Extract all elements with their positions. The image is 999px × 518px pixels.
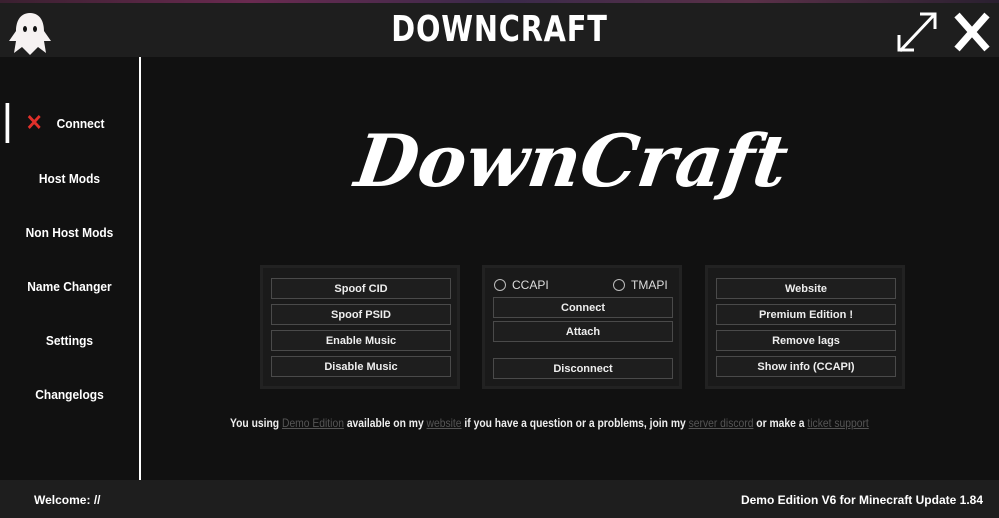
maximize-icon[interactable]	[894, 9, 940, 55]
sidebar-item-non-host-mods[interactable]: Non Host Mods	[6, 212, 134, 252]
info-segment: or make a	[753, 416, 808, 430]
spoof-psid-button[interactable]: Spoof PSID	[271, 304, 451, 325]
server-discord-link[interactable]: server discord	[689, 416, 754, 430]
title-bar[interactable]: DOWNCRAFT	[0, 3, 999, 57]
sidebar-item-host-mods[interactable]: Host Mods	[6, 158, 134, 198]
sidebar-item-label: Name Changer	[27, 278, 112, 294]
info-segment: available on my	[343, 416, 427, 430]
x-icon: ✕	[25, 110, 43, 135]
tmapi-radio[interactable]: TMAPI	[613, 278, 668, 292]
sidebar-item-label: Connect	[56, 115, 105, 131]
username: //	[93, 493, 101, 507]
downcraft-logo: DownCraft	[350, 118, 794, 203]
show-info-button[interactable]: Show info (CCAPI)	[716, 356, 896, 377]
enable-music-button[interactable]: Enable Music	[271, 330, 451, 351]
sidebar-item-connect[interactable]: ✕ Connect	[5, 103, 134, 143]
spoof-cid-button[interactable]: Spoof CID	[271, 278, 451, 299]
links-group: Website Premium Edition ! Remove lags Sh…	[705, 265, 905, 389]
app-title: DOWNCRAFT	[391, 9, 608, 50]
tools-group: Spoof CID Spoof PSID Enable Music Disabl…	[260, 265, 460, 389]
disable-music-button[interactable]: Disable Music	[271, 356, 451, 377]
disconnect-button[interactable]: Disconnect	[493, 358, 673, 379]
sidebar: ✕ Connect Host Mods Non Host Mods Name Ch…	[0, 57, 141, 480]
website-button[interactable]: Website	[716, 278, 896, 299]
sidebar-item-label: Changelogs	[35, 386, 104, 402]
premium-edition-button[interactable]: Premium Edition !	[716, 304, 896, 325]
sidebar-item-settings[interactable]: Settings	[6, 320, 134, 360]
info-segment: You using	[230, 416, 282, 430]
radio-circle-icon	[494, 279, 506, 291]
attach-button[interactable]: Attach	[493, 321, 673, 342]
remove-lags-button[interactable]: Remove lags	[716, 330, 896, 351]
sidebar-item-changelogs[interactable]: Changelogs	[6, 374, 134, 414]
sidebar-item-label: Non Host Mods	[25, 224, 114, 240]
connection-group: CCAPI TMAPI Connect Attach Disconnect	[482, 265, 682, 389]
ccapi-radio[interactable]: CCAPI	[494, 278, 549, 292]
welcome-text: Welcome: //	[34, 493, 100, 507]
radio-circle-icon	[613, 279, 625, 291]
ticket-support-link[interactable]: ticket support	[807, 416, 868, 430]
website-link[interactable]: website	[427, 416, 462, 430]
sidebar-item-label: Settings	[45, 332, 94, 348]
info-text: You using Demo Edition available on my w…	[230, 416, 869, 430]
radio-label: TMAPI	[631, 278, 668, 292]
welcome-label: Welcome:	[34, 493, 91, 507]
version-text: Demo Edition V6 for Minecraft Update 1.8…	[740, 493, 983, 507]
radio-label: CCAPI	[512, 278, 549, 292]
sidebar-item-name-changer[interactable]: Name Changer	[6, 266, 134, 306]
ghost-icon	[9, 13, 51, 55]
close-icon[interactable]	[951, 9, 993, 55]
sidebar-item-label: Host Mods	[38, 170, 101, 186]
connect-button[interactable]: Connect	[493, 297, 673, 318]
info-segment: if you have a question or a problems, jo…	[461, 416, 689, 430]
demo-edition-link[interactable]: Demo Edition	[282, 416, 344, 430]
status-bar: Welcome: // Demo Edition V6 for Minecraf…	[0, 480, 999, 518]
